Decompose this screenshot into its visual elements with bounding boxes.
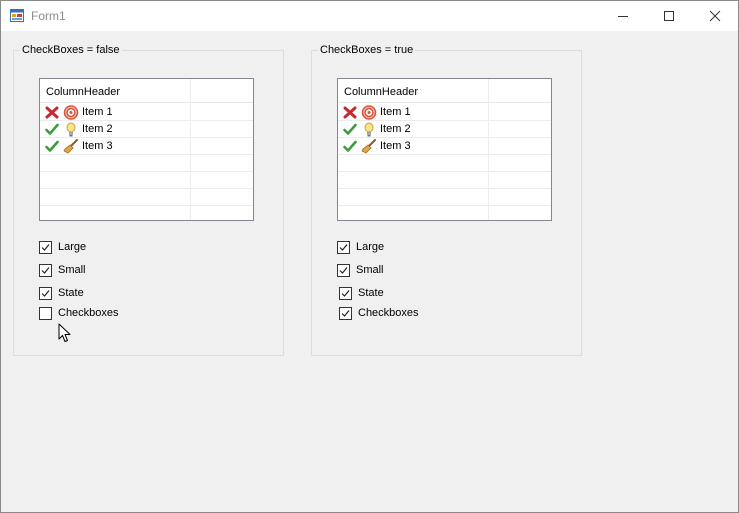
checkbox-label: State (358, 287, 384, 299)
title-bar[interactable]: Form1 (1, 1, 738, 31)
checkmark-icon (339, 267, 348, 274)
list-item[interactable]: Item 3 (40, 138, 253, 155)
checkbox-label: Small (356, 264, 384, 276)
list-item[interactable]: Item 3 (338, 138, 551, 155)
list-item-label: Item 2 (380, 123, 411, 135)
checkbox-box[interactable] (39, 241, 52, 254)
groupbox-checkboxes-false: CheckBoxes = false ColumnHeader Item 1 I… (13, 44, 284, 356)
list-item-label: Item 1 (380, 106, 411, 118)
broom-icon (63, 139, 78, 154)
group-title: CheckBoxes = true (318, 44, 416, 57)
empty-row (40, 155, 253, 172)
green-check-icon (45, 140, 59, 152)
checkbox-box[interactable] (39, 264, 52, 277)
list-item[interactable]: Item 2 (338, 121, 551, 138)
checkmark-icon (341, 290, 350, 297)
list-item[interactable]: Item 1 (338, 104, 551, 121)
groupbox-checkboxes-true: CheckBoxes = true ColumnHeader Item 1 It… (311, 44, 582, 356)
empty-row (338, 155, 551, 172)
list-item[interactable]: Item 1 (40, 104, 253, 121)
green-check-icon (45, 123, 59, 135)
list-view[interactable]: ColumnHeader Item 1 Item 2 Item 3 (39, 78, 254, 221)
green-check-icon (343, 123, 357, 135)
checkbox-label: State (58, 287, 84, 299)
checkbox-box[interactable] (337, 264, 350, 277)
lightbulb-icon (66, 122, 76, 137)
checkbox-label: Checkboxes (358, 307, 419, 319)
broom-icon (361, 139, 376, 154)
column-header[interactable]: ColumnHeader (40, 79, 253, 103)
minimize-button[interactable] (600, 1, 646, 31)
target-icon (63, 105, 79, 120)
checkbox-box[interactable] (337, 241, 350, 254)
form-window: Form1 CheckBoxes = false ColumnHeader It… (0, 0, 739, 513)
column-header-label: ColumnHeader (344, 86, 418, 98)
list-item-label: Item 3 (82, 140, 113, 152)
checkbox-label: Small (58, 264, 86, 276)
target-icon (361, 105, 377, 120)
red-x-icon (343, 106, 357, 119)
close-button[interactable] (692, 1, 738, 31)
checkmark-icon (41, 290, 50, 297)
red-x-icon (45, 106, 59, 119)
green-check-icon (343, 140, 357, 152)
window-title: Form1 (31, 9, 66, 23)
minimize-icon (618, 16, 628, 17)
list-item-label: Item 3 (380, 140, 411, 152)
empty-row (338, 172, 551, 189)
group-title: CheckBoxes = false (20, 44, 122, 57)
checkbox-box[interactable] (339, 307, 352, 320)
checkbox-label: Checkboxes (58, 307, 119, 319)
checkmark-icon (339, 244, 348, 251)
empty-row (40, 189, 253, 206)
close-icon (709, 10, 721, 22)
column-header[interactable]: ColumnHeader (338, 79, 551, 103)
list-item[interactable]: Item 2 (40, 121, 253, 138)
column-header-label: ColumnHeader (46, 86, 120, 98)
checkmark-icon (41, 244, 50, 251)
maximize-icon (664, 11, 674, 21)
mouse-cursor-icon (58, 323, 71, 342)
list-item-label: Item 2 (82, 123, 113, 135)
empty-row (338, 189, 551, 206)
empty-row (40, 172, 253, 189)
list-view[interactable]: ColumnHeader Item 1 Item 2 Item 3 (337, 78, 552, 221)
checkbox-box[interactable] (39, 307, 52, 320)
maximize-button[interactable] (646, 1, 692, 31)
form-app-icon (10, 9, 24, 22)
checkmark-icon (41, 267, 50, 274)
checkbox-label: Large (58, 241, 87, 253)
checkmark-icon (341, 310, 350, 317)
checkbox-box[interactable] (339, 287, 352, 300)
lightbulb-icon (364, 122, 374, 137)
list-item-label: Item 1 (82, 106, 113, 118)
checkbox-box[interactable] (39, 287, 52, 300)
checkbox-label: Large (356, 241, 385, 253)
